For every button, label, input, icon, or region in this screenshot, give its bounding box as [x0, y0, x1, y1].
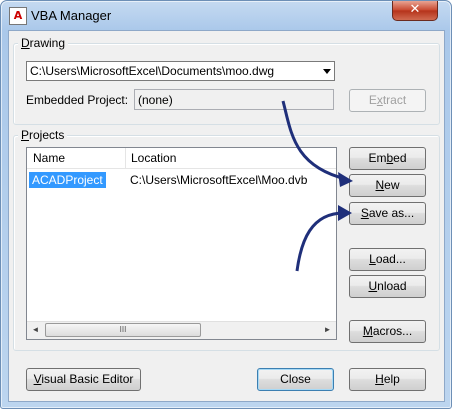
help-button[interactable]: Help	[349, 368, 426, 391]
embedded-project-label: Embedded Project:	[26, 93, 129, 107]
column-divider[interactable]	[125, 148, 126, 168]
column-header-name[interactable]: Name	[33, 151, 65, 165]
column-header-location[interactable]: Location	[131, 151, 176, 165]
window-title: VBA Manager	[31, 8, 112, 23]
unload-button[interactable]: Unload	[349, 275, 426, 298]
extract-button[interactable]: Extract	[349, 89, 426, 112]
autocad-icon: A	[9, 7, 27, 25]
dialog-client-area: Drawing C:\Users\MicrosoftExcel\Document…	[8, 30, 445, 402]
chevron-down-icon[interactable]	[323, 69, 331, 74]
macros-button[interactable]: Macros...	[349, 320, 426, 343]
load-button[interactable]: Load...	[349, 248, 426, 271]
close-icon: ✕	[409, 2, 421, 17]
projects-group-label: Projects	[18, 128, 68, 142]
drawing-select[interactable]: C:\Users\MicrosoftExcel\Documents\moo.dw…	[26, 61, 335, 81]
scroll-right-icon[interactable]: ►	[319, 322, 336, 338]
scrollbar-thumb[interactable]: III	[45, 323, 201, 337]
scroll-left-icon[interactable]: ◄	[27, 322, 44, 338]
projects-list[interactable]: Name Location ACADProject C:\Users\Micro…	[26, 147, 337, 340]
drawing-group	[13, 43, 440, 125]
list-header: Name Location	[27, 148, 336, 169]
close-button[interactable]: Close	[257, 368, 334, 391]
drawing-select-value: C:\Users\MicrosoftExcel\Documents\moo.dw…	[30, 64, 275, 78]
new-button[interactable]: New	[349, 174, 426, 197]
visual-basic-editor-button[interactable]: Visual Basic Editor	[26, 368, 141, 391]
embedded-project-value: (none)	[138, 93, 173, 107]
horizontal-scrollbar[interactable]: ◄ III ►	[27, 321, 336, 339]
project-location-cell: C:\Users\MicrosoftExcel\Moo.dvb	[130, 173, 308, 187]
embedded-project-field: (none)	[134, 89, 334, 110]
save-as-button[interactable]: Save as...	[349, 202, 426, 225]
drawing-group-label: Drawing	[18, 36, 69, 50]
list-item[interactable]: ACADProject C:\Users\MicrosoftExcel\Moo.…	[27, 171, 336, 189]
embed-button[interactable]: Embed	[349, 147, 426, 170]
title-bar[interactable]: A VBA Manager ✕	[1, 1, 451, 31]
project-name-cell[interactable]: ACADProject	[29, 172, 106, 188]
close-window-button[interactable]: ✕	[392, 1, 438, 21]
vba-manager-window: A VBA Manager ✕ Drawing C:\Users\Microso…	[0, 0, 452, 409]
